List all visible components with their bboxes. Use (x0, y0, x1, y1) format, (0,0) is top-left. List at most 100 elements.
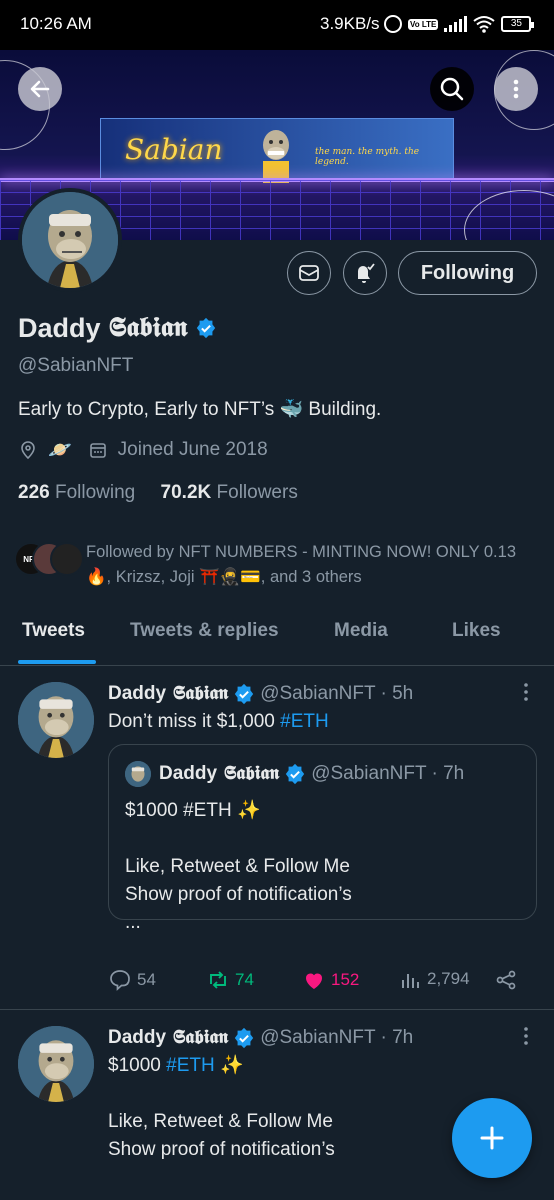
tab-likes[interactable]: Likes (452, 620, 501, 642)
hashtag-link[interactable]: #ETH (280, 711, 329, 732)
more-vertical-icon[interactable] (516, 682, 536, 702)
tweet-header: Daddy 𝕾𝖆𝖇𝖎𝖆𝖓 @SabianNFT · 5h (108, 682, 413, 705)
followed-by-avatars: NFT (14, 542, 84, 578)
author-name-second: 𝕾𝖆𝖇𝖎𝖆𝖓 (172, 682, 229, 704)
battery-icon: 35 (501, 16, 535, 32)
share-button[interactable] (494, 968, 518, 992)
following-stat[interactable]: 226 Following (18, 482, 135, 503)
tweet-author-name[interactable]: Daddy 𝕾𝖆𝖇𝖎𝖆𝖓 (108, 682, 228, 705)
heart-filled-icon (306, 973, 322, 989)
network-speed: 3.9KB/s (320, 14, 380, 33)
author-name-first: Daddy (159, 763, 218, 784)
volte-icon: Vo LTE (408, 18, 439, 30)
author-name-first: Daddy (108, 683, 167, 704)
more-vertical-icon (513, 79, 519, 99)
active-tab-indicator (18, 660, 96, 664)
verified-badge-icon (235, 1027, 254, 1048)
retweet-count: 74 (235, 970, 254, 989)
followed-by-text: Followed by NFT NUMBERS - MINTING NOW! O… (86, 543, 516, 586)
profile-tabs: Tweets Tweets & replies Media Likes (0, 612, 554, 666)
banner-panel: Sabian the man. the myth. the legend. (100, 118, 454, 183)
like-count: 152 (331, 970, 360, 989)
more-vertical-icon[interactable] (516, 1026, 536, 1046)
quoted-tweet[interactable]: Daddy 𝕾𝖆𝖇𝖎𝖆𝖓 @SabianNFT · 7h $1000 #ETH … (108, 744, 537, 933)
quoted-handle-time: @SabianNFT · 7h (311, 762, 465, 784)
display-name-first: Daddy (18, 312, 101, 343)
tweet-header: Daddy 𝕾𝖆𝖇𝖎𝖆𝖓 @SabianNFT · 7h (108, 1026, 413, 1049)
tweet-line: Like, Retweet & Follow Me (108, 1111, 333, 1132)
tweet-text: Don’t miss it $1,000 #ETH (108, 708, 329, 736)
tab-tweets[interactable]: Tweets (22, 620, 85, 642)
tweet-text-content: Don’t miss it $1,000 (108, 711, 281, 732)
quoted-line: $1000 #ETH ✨ (125, 800, 261, 821)
profile-display-name: Daddy 𝕾𝖆𝖇𝖎𝖆𝖓 (18, 312, 217, 344)
tweet[interactable]: Daddy 𝕾𝖆𝖇𝖎𝖆𝖓 @SabianNFT · 5h Don’t miss … (0, 666, 554, 1010)
following-label: Following (54, 482, 136, 503)
following-count: 226 (18, 482, 50, 503)
share-icon (496, 970, 516, 990)
bell-check-icon (358, 263, 375, 283)
follower-avatar (50, 542, 84, 576)
tab-media[interactable]: Media (334, 620, 388, 642)
ape-avatar-image (18, 1026, 94, 1102)
tweet-author-name[interactable]: Daddy 𝕾𝖆𝖇𝖎𝖆𝖓 (108, 1026, 228, 1049)
verified-badge-icon (235, 683, 254, 704)
quoted-line: ... (125, 912, 141, 933)
followers-stat[interactable]: 70.2K Followers (161, 482, 298, 503)
envelope-icon (299, 265, 319, 281)
signal-icon (444, 16, 468, 32)
reply-count: 54 (137, 970, 156, 989)
compose-tweet-button[interactable] (452, 1098, 532, 1178)
reply-button[interactable]: 54 (108, 968, 156, 992)
views-button[interactable]: 2,794 (400, 968, 470, 990)
retweet-button[interactable]: 74 (206, 968, 254, 992)
followed-by-row[interactable]: NFT Followed by NFT NUMBERS - MINTING NO… (14, 540, 534, 596)
profile-handle: @SabianNFT (18, 355, 134, 376)
ape-avatar-image (18, 682, 94, 758)
like-button[interactable]: 152 (302, 968, 359, 992)
display-name-second: 𝕾𝖆𝖇𝖎𝖆𝖓 (108, 312, 188, 343)
search-button[interactable] (430, 67, 474, 111)
status-time: 10:26 AM (20, 14, 92, 33)
message-button[interactable] (287, 251, 331, 295)
banner-neon-text: Sabian (125, 133, 223, 166)
view-count: 2,794 (427, 969, 470, 988)
quoted-author-name: Daddy 𝕾𝖆𝖇𝖎𝖆𝖓 (159, 762, 279, 785)
notifications-button[interactable] (343, 251, 387, 295)
profile-stats: 226 Following 70.2K Followers (18, 482, 298, 504)
joined-date: Joined June 2018 (117, 439, 268, 460)
verified-badge-icon (286, 763, 305, 784)
ape-avatar-image (125, 761, 151, 787)
back-button[interactable] (18, 67, 62, 111)
more-options-button[interactable] (494, 67, 538, 111)
quoted-line: Show proof of notification’s (125, 884, 352, 905)
tweet-handle-time: @SabianNFT · 5h (260, 682, 414, 704)
following-button[interactable]: Following (398, 251, 537, 295)
author-name-second: 𝕾𝖆𝖇𝖎𝖆𝖓 (223, 762, 280, 784)
verified-badge-icon (197, 317, 216, 339)
location-text: 🪐 (48, 440, 72, 461)
tweet-text: $1000 #ETH ✨ Like, Retweet & Follow Me S… (108, 1052, 335, 1164)
followers-label: Followers (216, 482, 298, 503)
location-pin-icon (21, 441, 35, 460)
profile-meta: 🪐 Joined June 2018 (18, 438, 268, 462)
search-icon (430, 67, 474, 111)
alarm-icon (384, 15, 402, 33)
ape-avatar-image (22, 192, 118, 288)
reply-icon (110, 970, 130, 991)
retweet-icon (210, 971, 226, 989)
author-name-first: Daddy (108, 1027, 167, 1048)
tweet-avatar[interactable] (18, 1026, 94, 1102)
tab-tweets-replies[interactable]: Tweets & replies (130, 620, 279, 642)
banner-tagline: the man. the myth. the legend. (315, 147, 420, 167)
tweet-actions: 54 74 152 2,794 (108, 968, 528, 998)
profile-avatar[interactable] (18, 188, 122, 292)
quoted-header: Daddy 𝕾𝖆𝖇𝖎𝖆𝖓 @SabianNFT · 7h (159, 762, 464, 785)
tweet-handle-time: @SabianNFT · 7h (260, 1026, 414, 1048)
status-bar: 10:26 AM 3.9KB/s Vo LTE 35 (0, 0, 554, 50)
tweet-avatar[interactable] (18, 682, 94, 758)
hashtag-link[interactable]: #ETH (166, 1055, 215, 1076)
banner-ape-image (263, 130, 289, 183)
wifi-icon (473, 16, 495, 33)
plus-icon (480, 1126, 504, 1150)
